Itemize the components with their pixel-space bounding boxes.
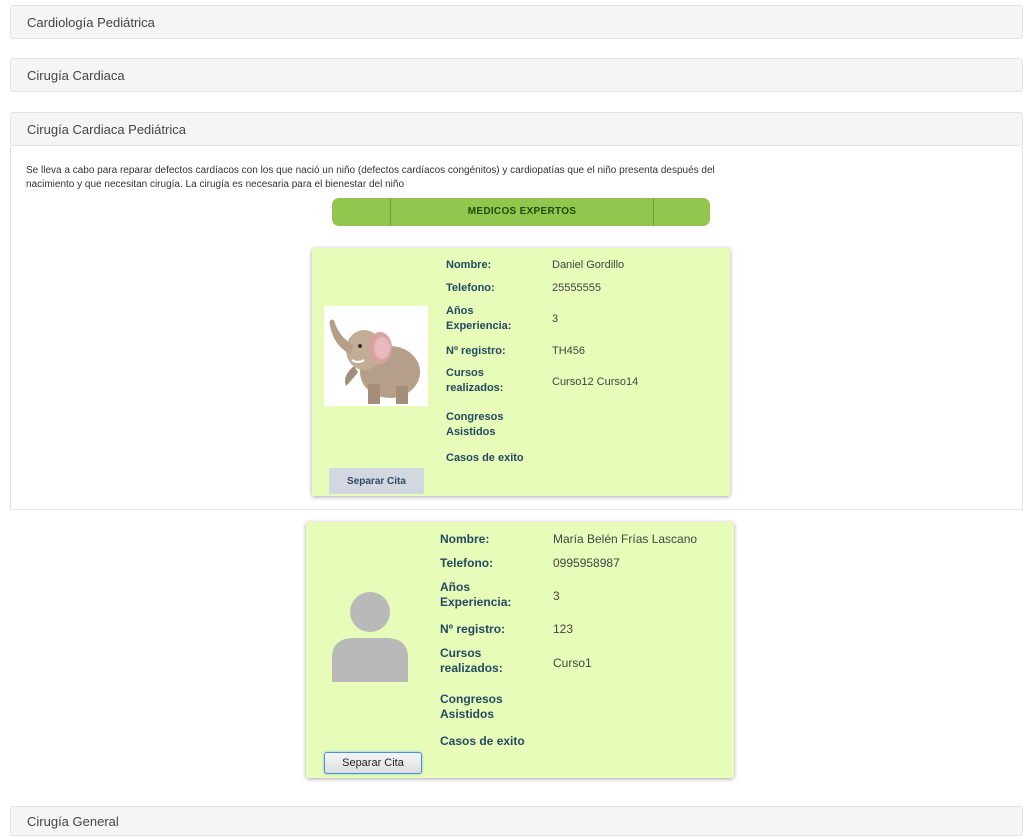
separar-cita-button[interactable]: Separar Cita	[324, 752, 422, 774]
elephant-photo-icon	[324, 306, 428, 406]
value-anos: 3	[553, 589, 560, 603]
label-nombre: Nombre:	[446, 259, 492, 271]
separar-cita-button[interactable]: Separar Cita	[329, 468, 424, 494]
label-casos-exito: Casos de exito	[446, 452, 524, 464]
accordion-cardiologia-pediatrica[interactable]: Cardiología Pediátrica	[10, 5, 1023, 39]
label-congresos-line-1: Congresos	[446, 411, 504, 423]
label-anos-line-1: Años	[440, 580, 470, 594]
label-anos-line-2: Experiencia:	[440, 595, 512, 609]
value-cursos: Curso1	[553, 656, 592, 670]
label-congresos-line-1: Congresos	[440, 692, 503, 706]
accordion-cirugia-general[interactable]: Cirugía General	[10, 806, 1023, 836]
doctor-card: Nombre: María Belén Frías Lascano Telefo…	[306, 522, 734, 778]
label-casos-exito: Casos de exito	[440, 734, 525, 748]
specialty-description: Se lleva a cabo para reparar defectos ca…	[26, 164, 986, 192]
label-congresos-line-2: Asistidos	[440, 707, 495, 721]
value-nombre: María Belén Frías Lascano	[553, 532, 698, 546]
label-anos-line-2: Experiencia:	[446, 320, 512, 332]
doctor-photo	[328, 592, 412, 682]
label-congresos: Congresos Asistidos	[446, 410, 503, 440]
label-nombre: Nombre:	[440, 532, 490, 546]
label-registro: Nº registro:	[440, 622, 506, 636]
description-line-1: Se lleva a cabo para reparar defectos ca…	[26, 165, 715, 176]
label-cursos-line-2: realizados:	[440, 661, 503, 675]
label-anos-line-1: Años	[446, 305, 474, 317]
label-registro: Nº registro:	[446, 345, 506, 357]
value-telefono: 25555555	[552, 282, 601, 294]
label-congresos-line-2: Asistidos	[446, 426, 496, 438]
label-cursos: Cursos realizados:	[446, 366, 503, 396]
label-cursos: Cursos realizados:	[440, 646, 503, 676]
label-cursos-line-1: Cursos	[440, 646, 482, 660]
label-congresos: Congresos Asistidos	[440, 692, 503, 722]
label-anos: Años Experiencia:	[440, 580, 511, 610]
doctor-photo	[324, 306, 428, 406]
label-telefono: Telefono:	[440, 556, 494, 570]
value-registro: 123	[553, 622, 574, 636]
value-registro: TH456	[552, 345, 586, 357]
experts-title: MEDICOS EXPERTOS	[390, 198, 654, 226]
accordion-cirugia-cardiaca[interactable]: Cirugía Cardiaca	[10, 58, 1023, 92]
value-anos: 3	[552, 313, 559, 325]
label-cursos-line-2: realizados:	[446, 382, 504, 394]
label-telefono: Telefono:	[446, 282, 495, 294]
value-cursos: Curso12 Curso14	[552, 376, 639, 388]
label-anos: Años Experiencia:	[446, 304, 511, 334]
value-telefono: 0995958987	[553, 556, 620, 570]
description-line-2: nacimiento y que necesitan cirugía. La c…	[26, 179, 405, 190]
user-avatar-icon	[332, 592, 408, 682]
label-cursos-line-1: Cursos	[446, 367, 484, 379]
value-nombre: Daniel Gordillo	[552, 259, 625, 271]
doctor-card: Nombre: Daniel Gordillo Telefono: 255555…	[312, 248, 730, 496]
experts-header-bar: MEDICOS EXPERTOS	[332, 198, 710, 226]
accordion-cirugia-cardiaca-pediatrica[interactable]: Cirugía Cardiaca Pediátrica	[10, 112, 1023, 146]
